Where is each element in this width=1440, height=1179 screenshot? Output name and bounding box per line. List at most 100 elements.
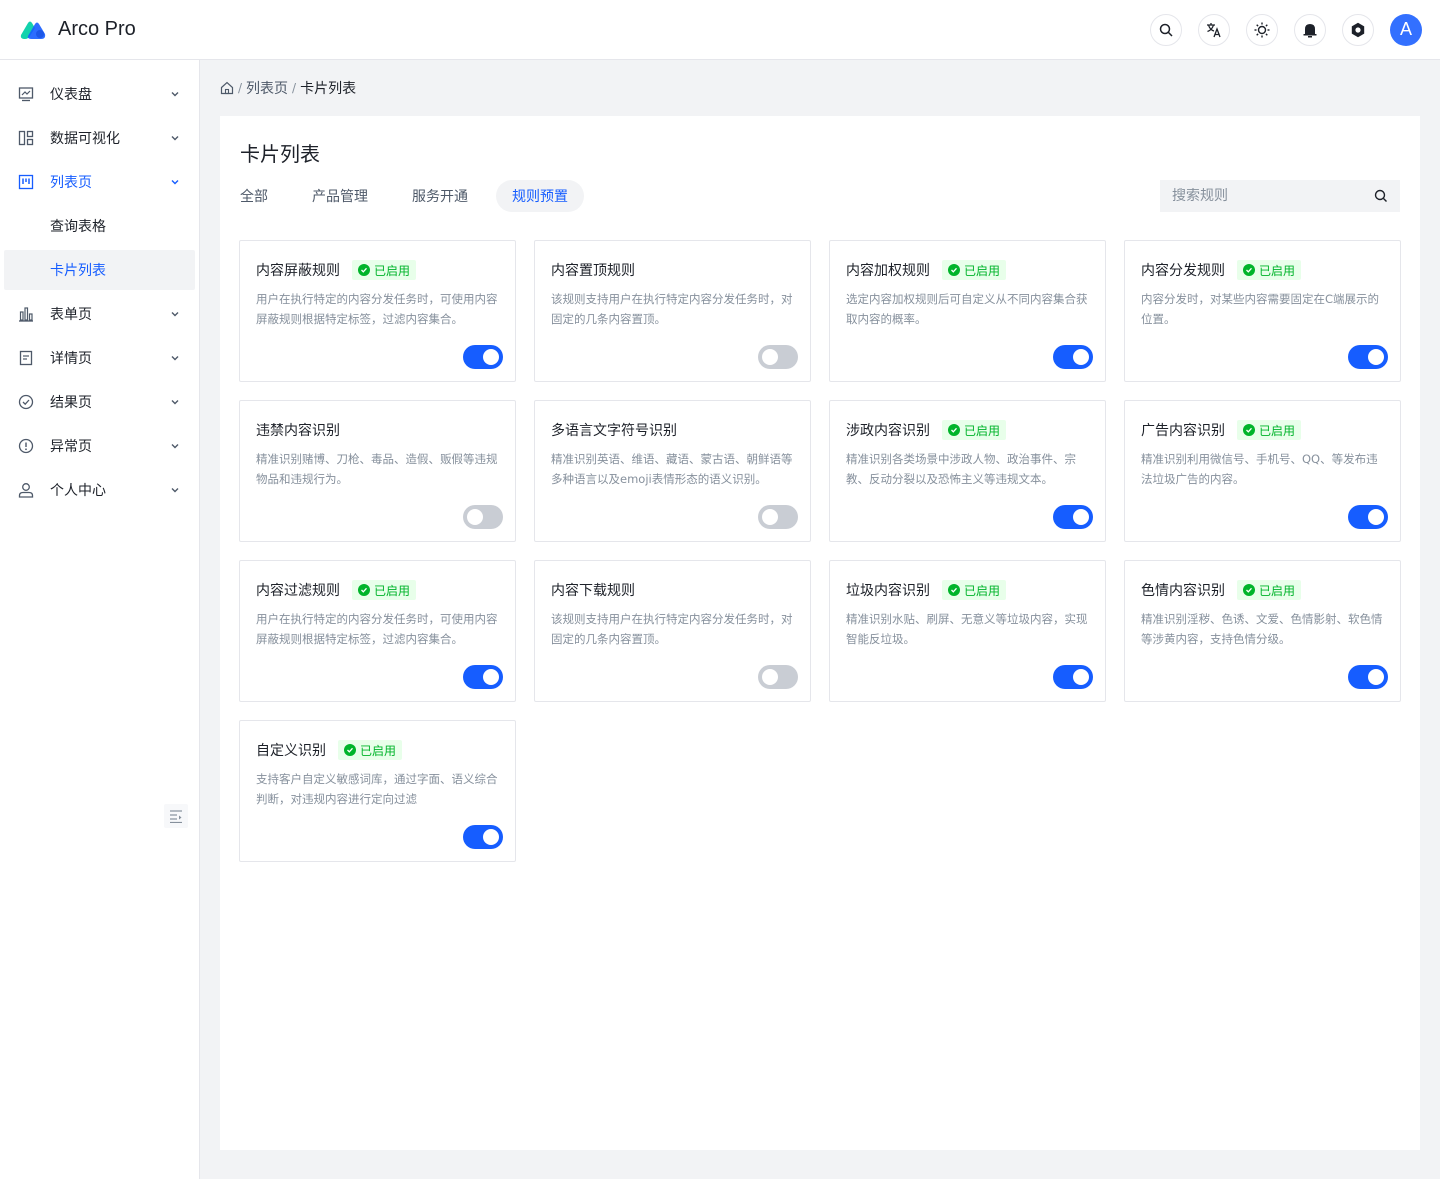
translate-icon[interactable]	[1198, 13, 1230, 46]
search-icon[interactable]	[1374, 189, 1388, 203]
sidebar-item-dashboard[interactable]: 仪表盘	[4, 74, 195, 114]
enable-toggle[interactable]	[1053, 345, 1093, 369]
exception-icon	[18, 438, 34, 454]
enable-toggle[interactable]	[758, 665, 798, 689]
enable-toggle[interactable]	[758, 505, 798, 529]
sidebar-item-exception[interactable]: 异常页	[4, 426, 195, 466]
enable-toggle[interactable]	[463, 825, 503, 849]
avatar[interactable]: A	[1390, 13, 1422, 46]
tab-product-management[interactable]: 产品管理	[296, 180, 384, 212]
sidebar-item-user-center[interactable]: 个人中心	[4, 470, 195, 510]
breadcrumb-current: 卡片列表	[300, 81, 357, 97]
search-icon[interactable]	[1150, 13, 1182, 46]
chevron-down-icon	[171, 400, 179, 405]
chevron-down-icon	[171, 136, 179, 141]
sidebar-item-visualization[interactable]: 数据可视化	[4, 118, 195, 158]
status-badge-label: 已启用	[374, 263, 411, 278]
status-badge: 已启用	[352, 260, 417, 280]
sidebar-subitem-card-list[interactable]: 卡片列表	[4, 250, 195, 290]
status-badge: 已启用	[942, 580, 1007, 600]
status-badge-label: 已启用	[374, 583, 411, 598]
breadcrumb-item[interactable]: 列表页	[246, 78, 288, 98]
card-description: 精准识别各类场景中涉政人物、政治事件、宗教、反动分裂以及恐怖主义等违规文本。	[846, 452, 1076, 486]
list-icon	[18, 174, 34, 190]
sidebar-collapse-button[interactable]	[164, 804, 188, 828]
enable-toggle[interactable]	[463, 505, 503, 529]
card-header: 自定义识别 已启用	[256, 739, 499, 761]
bell-icon[interactable]	[1294, 13, 1326, 46]
card-description: 精准识别英语、维语、藏语、蒙古语、朝鲜语等多种语言以及emoji表情形态的语义识…	[551, 452, 793, 486]
card-header: 内容分发规则 已启用	[1141, 259, 1384, 281]
breadcrumb: / 列表页 / 卡片列表	[220, 78, 356, 98]
enable-toggle[interactable]	[1053, 505, 1093, 529]
settings-icon[interactable]	[1342, 13, 1374, 46]
card-header: 违禁内容识别	[256, 419, 499, 441]
status-badge-label: 已启用	[1259, 423, 1296, 438]
sidebar-item-list[interactable]: 列表页	[4, 162, 195, 202]
sidebar: 仪表盘 数据可视化 列表页 查询表格 卡片列表 表单页 详情页 结果页 异常页 …	[0, 60, 200, 1179]
chevron-down-icon	[171, 356, 179, 361]
card-header: 内容屏蔽规则 已启用	[256, 259, 499, 281]
status-badge: 已启用	[942, 420, 1007, 440]
card-title: 内容置顶规则	[551, 263, 635, 279]
enable-toggle[interactable]	[1053, 665, 1093, 689]
card-header: 内容加权规则 已启用	[846, 259, 1089, 281]
check-circle-icon	[948, 424, 960, 436]
check-circle-icon	[1243, 584, 1255, 596]
chevron-down-icon	[171, 488, 179, 493]
card-header: 内容置顶规则	[551, 259, 794, 281]
rule-card: 多语言文字符号识别 精准识别英语、维语、藏语、蒙古语、朝鲜语等多种语言以及emoj…	[534, 400, 811, 542]
app-name: Arco Pro	[58, 18, 136, 40]
check-circle-icon	[344, 744, 356, 756]
enable-toggle[interactable]	[1348, 505, 1388, 529]
theme-icon[interactable]	[1246, 13, 1278, 46]
sidebar-item-form[interactable]: 表单页	[4, 294, 195, 334]
card-description: 用户在执行特定的内容分发任务时，可使用内容屏蔽规则根据特定标签，过滤内容集合。	[256, 292, 498, 326]
top-navbar: Arco Pro A	[0, 0, 1440, 60]
search-box	[1160, 180, 1400, 212]
breadcrumb-separator: /	[292, 81, 297, 95]
enable-toggle[interactable]	[463, 665, 503, 689]
brand[interactable]: Arco Pro	[18, 18, 136, 41]
rule-card: 内容分发规则 已启用内容分发时，对某些内容需要固定在C端展示的位置。	[1124, 240, 1401, 382]
home-icon[interactable]	[220, 81, 234, 95]
check-circle-icon	[1243, 264, 1255, 276]
sidebar-subitem-search-table[interactable]: 查询表格	[4, 206, 195, 246]
tab-rule-presets[interactable]: 规则预置	[496, 180, 584, 212]
sidebar-item-label: 数据可视化	[50, 131, 120, 147]
status-badge: 已启用	[1237, 420, 1302, 440]
breadcrumb-separator: /	[238, 81, 243, 95]
card-header: 色情内容识别 已启用	[1141, 579, 1384, 601]
dashboard-icon	[18, 86, 34, 102]
check-circle-icon	[1243, 424, 1255, 436]
check-circle-icon	[948, 264, 960, 276]
tab-all[interactable]: 全部	[224, 180, 284, 212]
arco-logo-icon	[18, 19, 46, 41]
status-badge: 已启用	[352, 580, 417, 600]
sidebar-item-result[interactable]: 结果页	[4, 382, 195, 422]
card-header: 垃圾内容识别 已启用	[846, 579, 1089, 601]
enable-toggle[interactable]	[1348, 345, 1388, 369]
sidebar-item-label: 个人中心	[50, 483, 106, 499]
status-badge: 已启用	[338, 740, 403, 760]
enable-toggle[interactable]	[1348, 665, 1388, 689]
tab-service-activation[interactable]: 服务开通	[396, 180, 484, 212]
enable-toggle[interactable]	[463, 345, 503, 369]
user-icon	[18, 482, 34, 498]
sidebar-item-label: 列表页	[50, 175, 92, 191]
search-input[interactable]	[1172, 188, 1374, 204]
card-description: 精准识别赌博、刀枪、毒品、造假、贩假等违规物品和违规行为。	[256, 452, 498, 486]
rule-card: 内容屏蔽规则 已启用用户在执行特定的内容分发任务时，可使用内容屏蔽规则根据特定标签…	[239, 240, 516, 382]
enable-toggle[interactable]	[758, 345, 798, 369]
sidebar-item-detail[interactable]: 详情页	[4, 338, 195, 378]
card-header: 涉政内容识别 已启用	[846, 419, 1089, 441]
card-description: 内容分发时，对某些内容需要固定在C端展示的位置。	[1141, 292, 1380, 326]
chevron-down-icon	[171, 312, 179, 317]
status-badge: 已启用	[942, 260, 1007, 280]
card-title: 垃圾内容识别	[846, 583, 930, 599]
card-description: 精准识别利用微信号、手机号、QQ、等发布违法垃圾广告的内容。	[1141, 452, 1378, 486]
rule-card: 内容加权规则 已启用 选定内容加权规则后可自定义从不同内容集合获取内容的概率。	[829, 240, 1106, 382]
card-description: 该规则支持用户在执行特定内容分发任务时，对固定的几条内容置顶。	[551, 292, 793, 326]
rule-card: 自定义识别 已启用 支持客户自定义敏感词库，通过字面、语义综合判断，对违规内容进行定…	[239, 720, 516, 862]
card-title: 涉政内容识别	[846, 423, 930, 439]
